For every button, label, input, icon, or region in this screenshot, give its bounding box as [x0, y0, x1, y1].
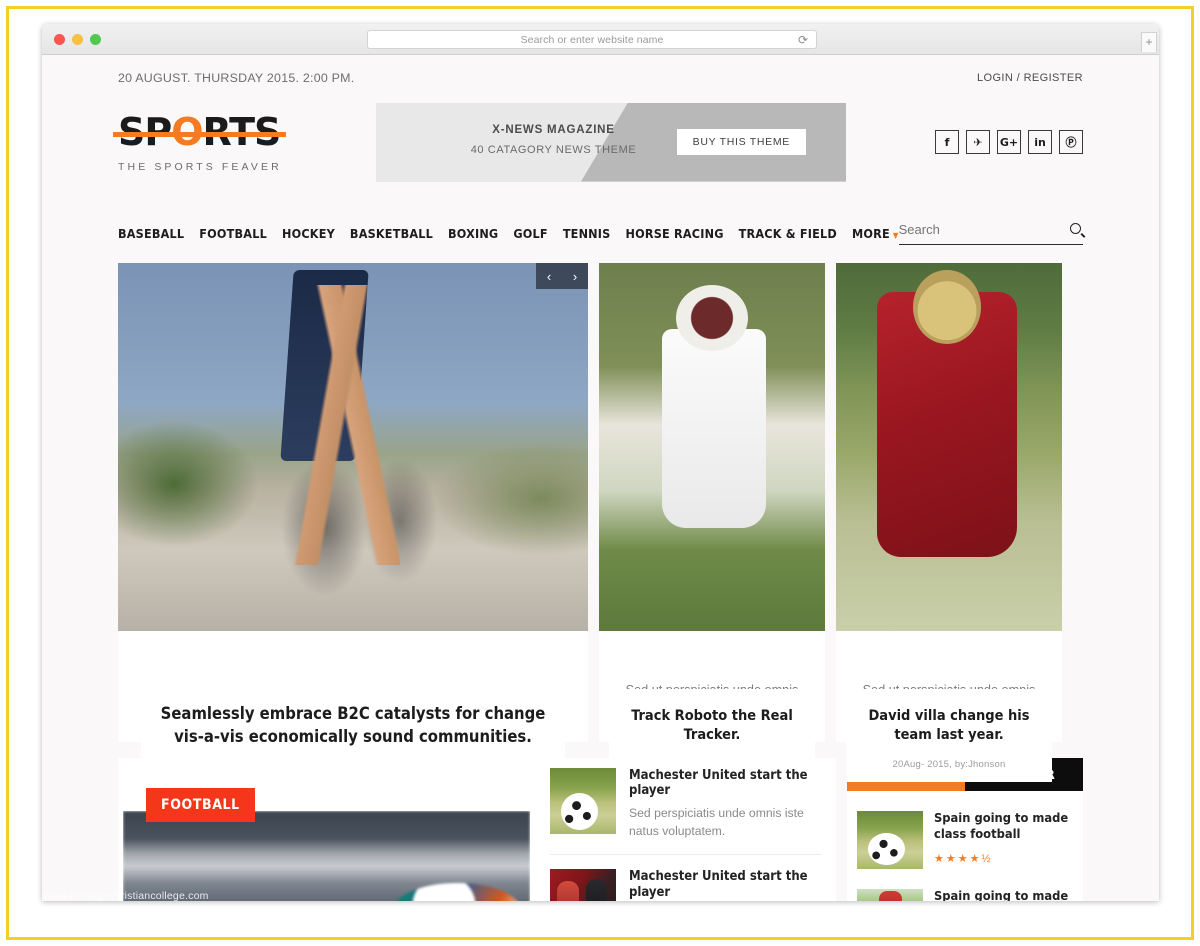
featured-title-third[interactable]: David villa change his team last year.	[860, 707, 1038, 746]
list-item-body: Machester United start the player	[629, 869, 822, 901]
category-article-list: Machester United start the player Sed pe…	[550, 767, 822, 901]
nav-item-tennis[interactable]: TENNIS	[563, 226, 611, 241]
featured-slider-row: ‹ › Seamlessly embrace B2C catalysts for…	[118, 263, 1083, 784]
buy-theme-button[interactable]: BUY THIS THEME	[676, 128, 806, 155]
cycling-race-photo	[118, 263, 588, 631]
slider-prev-button[interactable]: ‹	[536, 263, 562, 289]
nav-item-more[interactable]: MORE ▼	[852, 226, 899, 241]
logo-strike-line	[113, 131, 287, 137]
watermark-text: www.heritagechristiancollege.com	[44, 890, 209, 902]
browser-window: Search or enter website name ⟳ + 20 AUGU…	[42, 24, 1159, 901]
facebook-icon[interactable]: f	[935, 130, 959, 154]
nav-item-boxing[interactable]: BOXING	[448, 226, 498, 241]
logo-block[interactable]: SPORTS THE SPORTS FEAVER	[113, 112, 363, 173]
featured-image-football-runner	[599, 263, 825, 631]
star-rating: ★★★★½	[934, 852, 993, 865]
address-bar-placeholder: Search or enter website name	[520, 33, 664, 46]
nav-item-golf[interactable]: GOLF	[513, 226, 547, 241]
nav-item-horse-racing[interactable]: HORSE RACING	[625, 226, 723, 241]
nav-item-baseball[interactable]: BASEBALL	[118, 226, 184, 241]
maximize-window-button[interactable]	[90, 34, 101, 45]
current-date-text: 20 AUGUST. THURSDAY 2015. 2:00 PM.	[118, 71, 355, 85]
nav-item-football[interactable]: FOOTBALL	[199, 226, 267, 241]
new-tab-button[interactable]: +	[1141, 32, 1157, 52]
featured-title-second[interactable]: Track Roboto the Real Tracker.	[623, 707, 801, 746]
site-logo[interactable]: SPORTS	[113, 112, 287, 152]
google-plus-icon[interactable]: G+	[997, 130, 1021, 154]
page-container: 20 AUGUST. THURSDAY 2015. 2:00 PM. LOGIN…	[113, 55, 1086, 901]
list-item-body: Machester United start the player Sed pe…	[629, 768, 822, 841]
address-bar[interactable]: Search or enter website name ⟳	[367, 30, 817, 49]
featured-card-third[interactable]: David villa change his team last year. 2…	[836, 263, 1062, 782]
category-feature-image[interactable]	[123, 810, 530, 901]
site-header: SPORTS THE SPORTS FEAVER X-NEWS MAGAZINE…	[113, 99, 1083, 185]
soccer-ball-grass-photo	[550, 767, 616, 834]
american-football-runner-photo	[599, 263, 825, 631]
list-item[interactable]: Spain going to made class football	[857, 881, 1073, 901]
soccer-ball-grass-photo	[857, 810, 923, 869]
football-category-block: FOOTBALL Machester United start the play…	[118, 757, 836, 901]
reload-icon[interactable]: ⟳	[798, 34, 808, 47]
green-field-player-photo	[857, 888, 923, 901]
pinterest-icon[interactable]: Ⓟ	[1059, 130, 1083, 154]
sidebar-item-body: Spain going to made class football ★★★★½	[934, 811, 1073, 869]
search-input[interactable]	[898, 222, 1049, 237]
featured-card-main[interactable]: ‹ › Seamlessly embrace B2C catalysts for…	[118, 263, 588, 784]
list-item-title[interactable]: Machester United start the player	[629, 768, 822, 799]
ad-banner-text: X-NEWS MAGAZINE 40 CATAGORY NEWS THEME	[446, 124, 661, 156]
browser-chrome-bar: Search or enter website name ⟳ +	[42, 24, 1159, 55]
minimize-window-button[interactable]	[72, 34, 83, 45]
sidebar-item-title[interactable]: Spain going to made class football	[934, 811, 1073, 843]
featured-image-quarterback	[836, 263, 1062, 631]
list-item[interactable]: Machester United start the player Sed pe…	[550, 767, 822, 856]
nav-more-label: MORE	[851, 226, 890, 241]
sidebar-list: Spain going to made class football ★★★★½…	[847, 790, 1083, 901]
list-item[interactable]: Machester United start the player	[550, 869, 822, 901]
main-navigation: BASEBALL FOOTBALL HOCKEY BASKETBALL BOXI…	[118, 197, 1086, 245]
search-icon[interactable]	[1070, 223, 1086, 238]
website-page: 20 AUGUST. THURSDAY 2015. 2:00 PM. LOGIN…	[42, 55, 1159, 901]
nav-list: BASEBALL FOOTBALL HOCKEY BASKETBALL BOXI…	[118, 226, 899, 245]
top-strip: 20 AUGUST. THURSDAY 2015. 2:00 PM. LOGIN…	[118, 55, 1083, 85]
social-links: f ✈ G+ in Ⓟ	[935, 130, 1083, 154]
featured-title-main[interactable]: Seamlessly embrace B2C catalysts for cha…	[155, 703, 551, 748]
twitter-icon[interactable]: ✈	[966, 130, 990, 154]
category-tag-football[interactable]: FOOTBALL	[146, 787, 255, 822]
screenshot-root: Search or enter website name ⟳ + 20 AUGU…	[0, 0, 1200, 946]
ad-title: X-NEWS MAGAZINE	[492, 123, 615, 136]
close-window-button[interactable]	[54, 34, 65, 45]
linkedin-icon[interactable]: in	[1028, 130, 1052, 154]
featured-overlay-third: David villa change his team last year. 2…	[846, 688, 1052, 782]
sidebar-item-title[interactable]: Spain going to made class football	[934, 889, 1073, 901]
slider-next-button[interactable]: ›	[562, 263, 588, 289]
nav-item-hockey[interactable]: HOCKEY	[282, 226, 335, 241]
featured-image-cycling: ‹ ›	[118, 263, 588, 631]
blurred-stadium-photo	[123, 810, 530, 901]
header-search[interactable]	[898, 222, 1086, 245]
sidebar-item-thumbnail	[857, 888, 923, 901]
nav-item-track-and-field[interactable]: TRACK & FIELD	[739, 226, 837, 241]
sidebar-item-thumbnail	[857, 810, 923, 869]
red-kit-players-photo	[550, 869, 616, 901]
nav-item-basketball[interactable]: BASKETBALL	[350, 226, 433, 241]
featured-meta-third: 20Aug- 2015, by:Jhonson	[892, 758, 1006, 770]
sidebar-item-body: Spain going to made class football	[934, 889, 1073, 901]
logo-tagline: THE SPORTS FEAVER	[118, 160, 282, 173]
ad-banner[interactable]: X-NEWS MAGAZINE 40 CATAGORY NEWS THEME B…	[376, 102, 846, 182]
window-traffic-lights	[54, 34, 101, 45]
football-quarterback-photo	[836, 263, 1062, 631]
list-item[interactable]: Spain going to made class football ★★★★½	[857, 803, 1073, 881]
list-item-text: Sed perspiciatis unde omnis iste natus v…	[629, 806, 804, 838]
slider-controls: ‹ ›	[536, 263, 588, 289]
login-register-link[interactable]: LOGIN / REGISTER	[977, 72, 1083, 84]
ad-subtitle: 40 CATAGORY NEWS THEME	[470, 143, 637, 156]
list-item-thumbnail	[550, 767, 616, 834]
list-item-thumbnail	[550, 869, 616, 901]
featured-card-second[interactable]: Track Roboto the Real Tracker. 20Aug- 20…	[599, 263, 825, 782]
list-item-title[interactable]: Machester United start the player	[629, 869, 822, 900]
